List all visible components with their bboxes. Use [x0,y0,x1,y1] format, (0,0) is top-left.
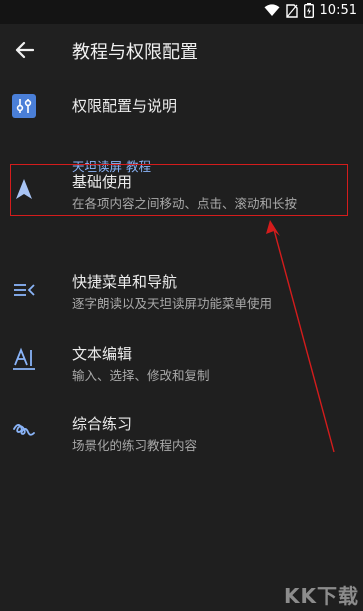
annotation-arrow [266,220,335,453]
watermark: KK下载 [284,584,359,608]
